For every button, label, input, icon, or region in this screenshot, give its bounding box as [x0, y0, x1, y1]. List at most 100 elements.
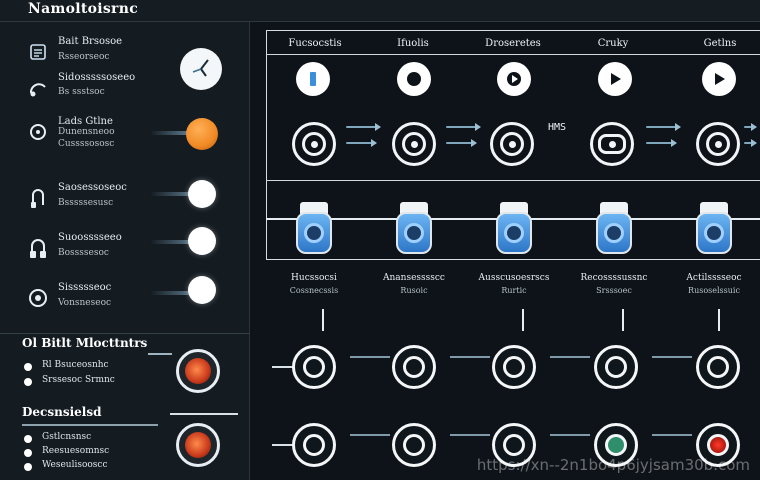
divider: [522, 309, 524, 331]
connector-line: [350, 434, 390, 436]
arrow-icon: [446, 139, 477, 147]
document-icon: [24, 38, 52, 66]
dial-button[interactable]: [590, 122, 634, 166]
connector-line: [272, 444, 294, 446]
slider-knob[interactable]: [188, 227, 216, 255]
record-dot-icon: [407, 72, 421, 86]
record-indicator: [185, 432, 211, 458]
play-button[interactable]: [296, 62, 330, 96]
section-title: Ol Bitlt Mlocttntrs: [22, 336, 148, 350]
column-header: Ifuolis: [397, 38, 429, 49]
divider: [622, 309, 624, 331]
connector-line: [652, 434, 692, 436]
connector-line: [272, 366, 294, 368]
row-subtitle: Bossssesoc: [58, 248, 109, 258]
play-icon: [715, 73, 725, 85]
app-title: Namoltoisrnc: [28, 1, 139, 17]
dial-button[interactable]: [292, 122, 336, 166]
slider-knob[interactable]: [188, 180, 216, 208]
row-subtitle: Bs ssstsoc: [58, 87, 105, 97]
divider: [322, 309, 324, 331]
divider: [170, 413, 238, 415]
record-knob[interactable]: [176, 349, 220, 393]
clock-icon: [192, 59, 209, 77]
column-label: Actilsssseoc: [686, 273, 742, 283]
column-label: Ausscusoesrscs: [478, 273, 550, 283]
section-title: Decsnsielsd: [22, 405, 102, 419]
mode-label: HMS: [548, 122, 567, 133]
bullet-icon: [24, 463, 32, 471]
ring-button[interactable]: [292, 345, 336, 389]
column-label: Recossssussnc: [580, 273, 648, 283]
row-subtitle: Dunensneoo: [58, 127, 115, 137]
connector-line: [652, 356, 692, 358]
camera-icon[interactable]: [694, 202, 734, 254]
row-title: Saosessoseoc: [58, 182, 127, 193]
camera-icon[interactable]: [594, 202, 634, 254]
ring-button[interactable]: [594, 345, 638, 389]
arrow-icon: [346, 139, 377, 147]
row-subtitle: Bsssssesusc: [58, 198, 114, 208]
camera-icon[interactable]: [294, 202, 334, 254]
bullet-label: Reesuesomnsc: [42, 446, 110, 456]
slider-track: [150, 131, 190, 135]
orange-knob[interactable]: [186, 118, 218, 150]
dial-button[interactable]: [392, 122, 436, 166]
connector-line: [450, 356, 490, 358]
headphone-icon: [24, 234, 52, 262]
slider-knob[interactable]: [188, 276, 216, 304]
battery-icon: [310, 72, 316, 86]
row-title: Sissssseoc: [58, 282, 112, 293]
record-knob[interactable]: [176, 423, 220, 467]
divider: [266, 180, 760, 181]
bullet-icon: [24, 378, 32, 386]
column-header: Cruky: [597, 38, 629, 49]
column-header: Getlns: [703, 38, 737, 49]
bullet-label: Rl Bsuceosnhc: [42, 360, 109, 370]
bullet-icon: [24, 435, 32, 443]
play-button[interactable]: [702, 62, 736, 96]
row-title: Sidosssssoseeo: [58, 72, 136, 83]
ring-button[interactable]: [696, 345, 740, 389]
ring-button[interactable]: [292, 423, 336, 467]
slider-track: [148, 353, 172, 355]
row-title: Bait Brsosoe: [58, 36, 123, 47]
clock-knob[interactable]: [180, 48, 222, 90]
row-title: Lads Gtlne: [58, 116, 113, 127]
record-button[interactable]: [397, 62, 431, 96]
connector-line: [450, 434, 490, 436]
headphone-icon: [24, 284, 52, 312]
dial-button[interactable]: [696, 122, 740, 166]
bullet-label: Weseulisooscc: [42, 460, 108, 470]
ring-button[interactable]: [492, 345, 536, 389]
ring-button[interactable]: [392, 345, 436, 389]
column-sublabel: Rusoic: [400, 286, 428, 295]
ring-button[interactable]: [392, 423, 436, 467]
play-icon: [611, 73, 621, 85]
record-indicator: [185, 358, 211, 384]
play-button[interactable]: [598, 62, 632, 96]
arrow-icon: [744, 123, 757, 131]
divider: [0, 333, 250, 334]
divider: [266, 54, 760, 55]
arrow-icon: [346, 123, 381, 131]
column-label: Hucssocsi: [291, 273, 337, 283]
column-header: Droseretes: [485, 38, 541, 49]
bullet-label: Srssesoc Srmnc: [42, 375, 115, 385]
column-label: Anansesssscc: [383, 273, 445, 283]
arrow-icon: [646, 123, 681, 131]
dial-button[interactable]: [490, 122, 534, 166]
column-sublabel: Rusoselssuic: [688, 286, 740, 295]
camera-icon[interactable]: [394, 202, 434, 254]
play-button[interactable]: [497, 62, 531, 96]
bullet-label: Gstlcnsnsc: [42, 432, 92, 442]
record-indicator: [707, 434, 729, 456]
camera-icon[interactable]: [494, 202, 534, 254]
play-icon: [507, 72, 521, 86]
divider: [718, 309, 720, 331]
row-subtitle: Rsseorseoc: [58, 52, 110, 62]
bullet-icon: [24, 363, 32, 371]
headphone-icon: [24, 118, 52, 146]
bullet-icon: [24, 449, 32, 457]
column-sublabel: Srsssoec: [596, 286, 632, 295]
